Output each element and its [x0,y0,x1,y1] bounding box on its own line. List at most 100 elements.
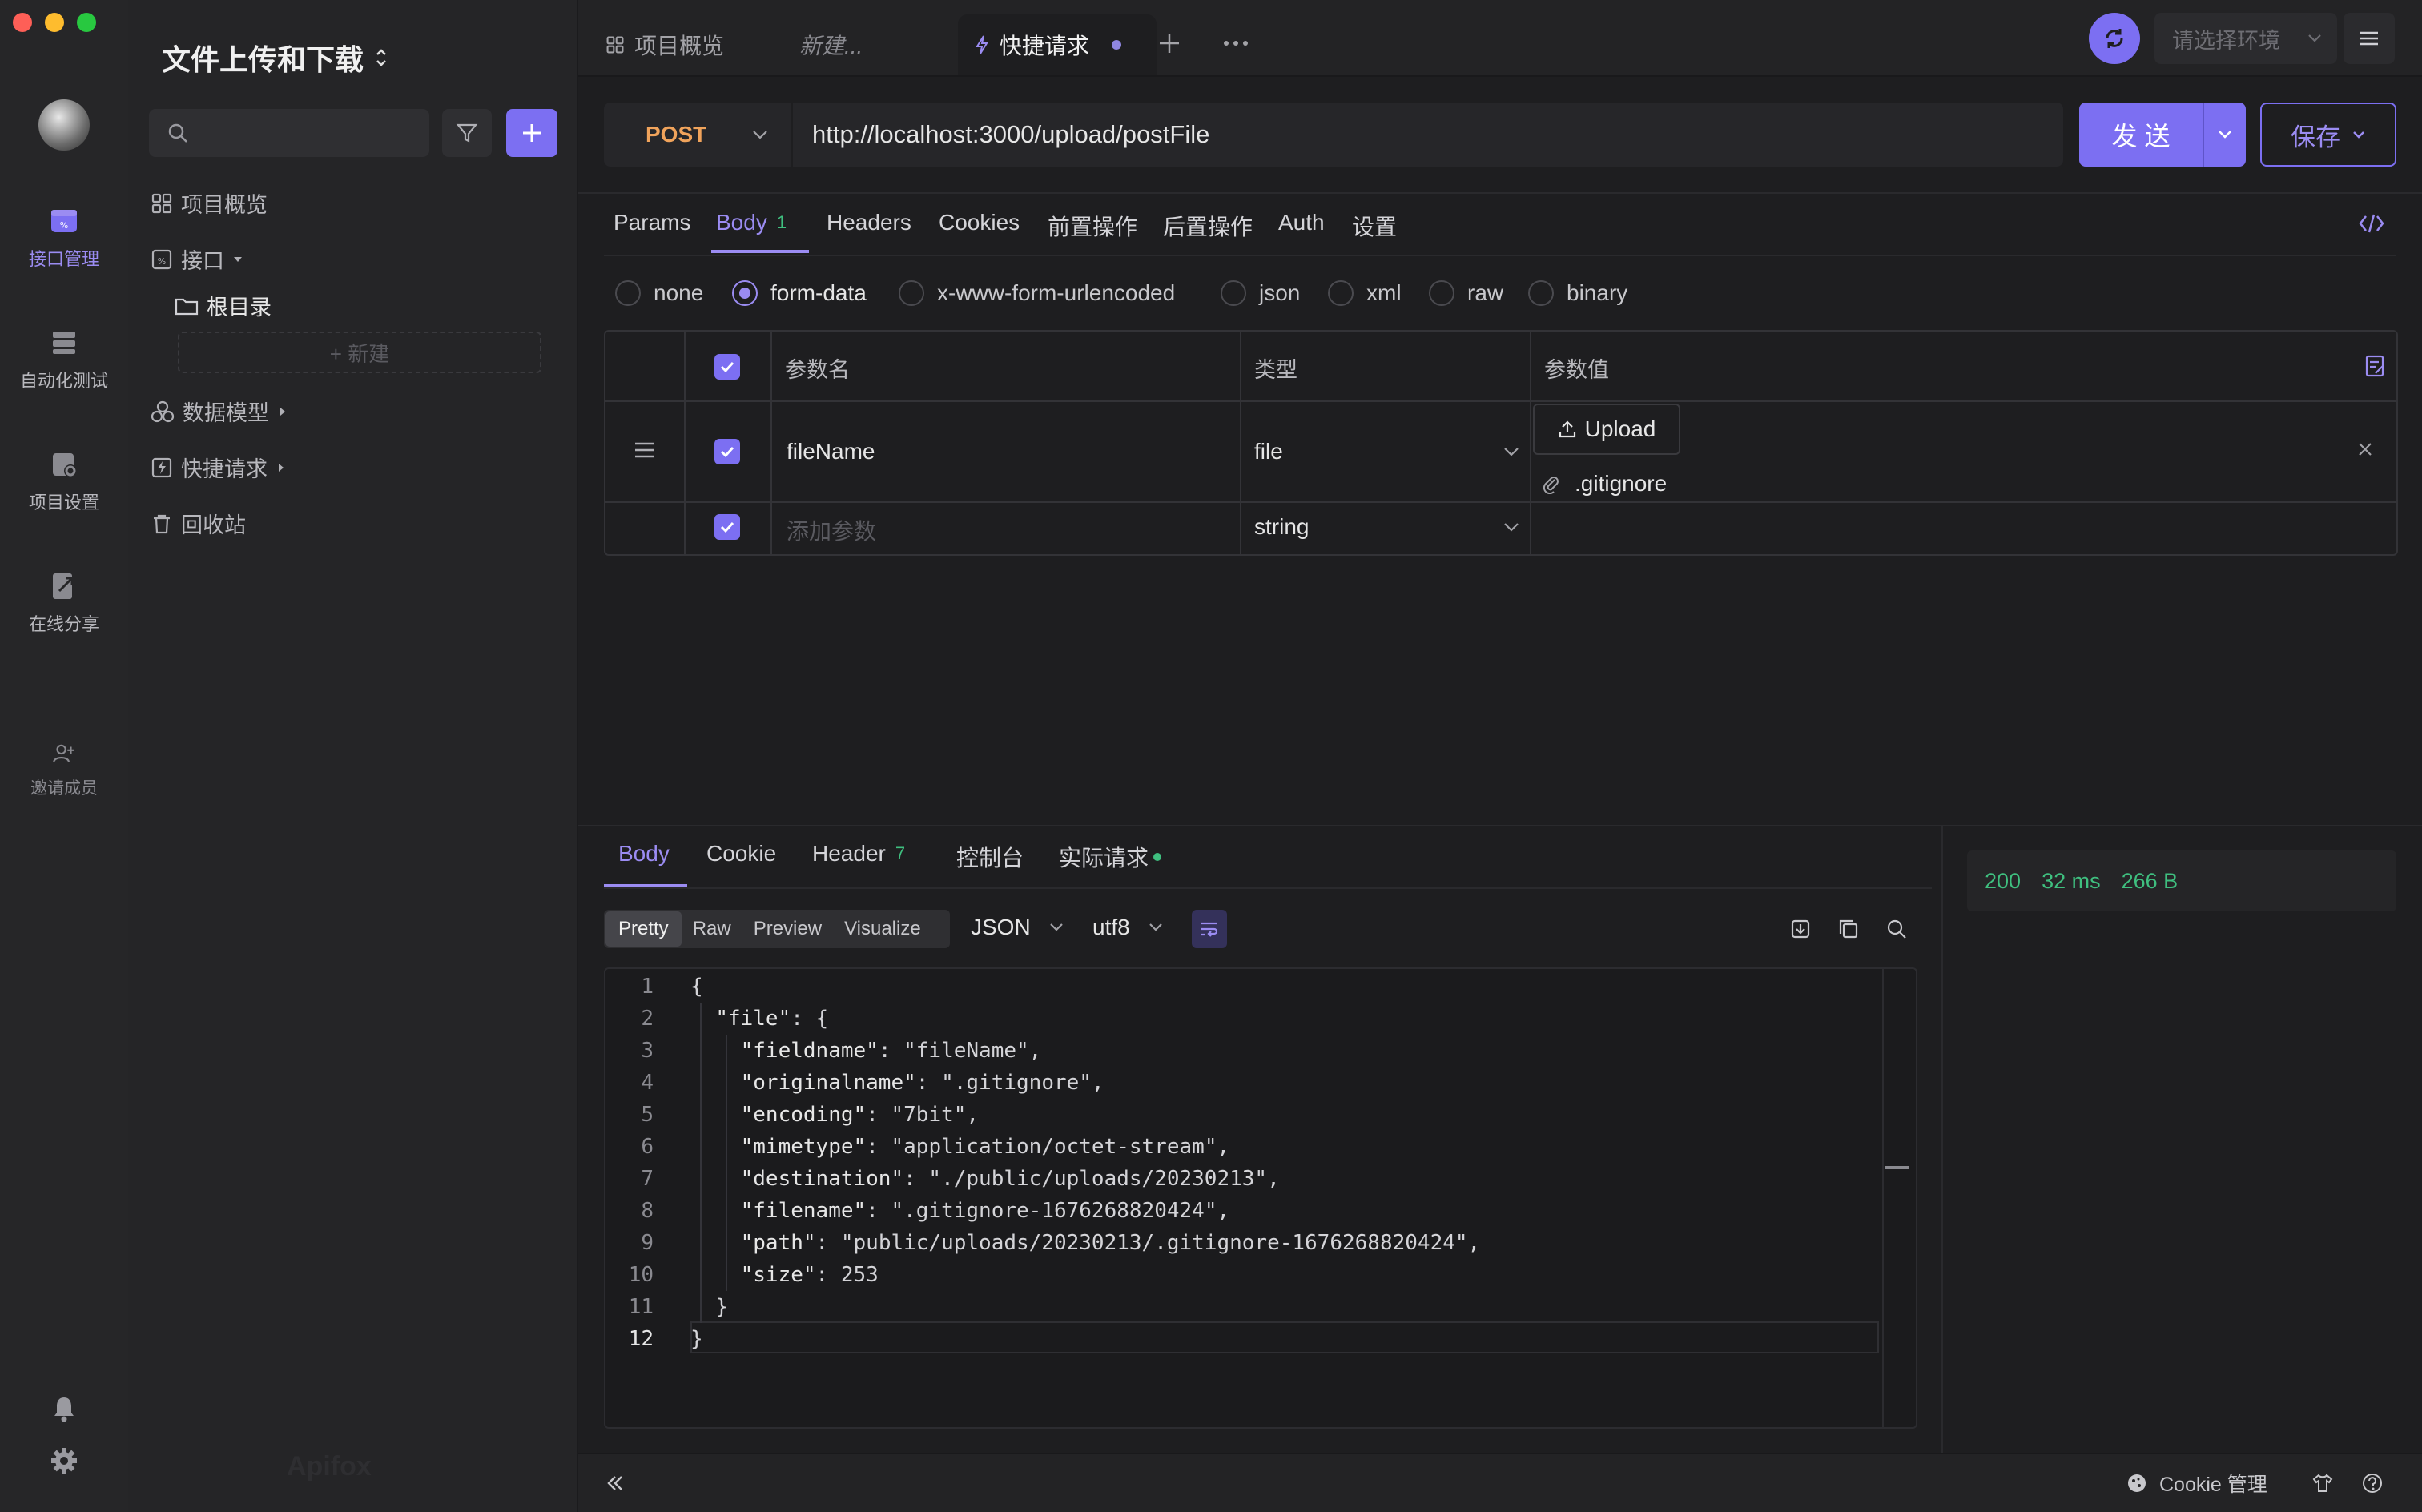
method-select[interactable]: POST [604,103,793,167]
tab-auth[interactable]: Auth [1278,210,1325,235]
maximize-window-button[interactable] [77,13,96,32]
drag-handle-icon[interactable] [633,440,657,460]
scroll-marker[interactable] [1885,1166,1909,1169]
format-visualize[interactable]: Visualize [833,911,932,947]
help-icon[interactable] [2361,1472,2384,1494]
radio-json[interactable]: json [1221,280,1300,306]
project-switcher[interactable]: 文件上传和下载 [162,37,388,78]
tab-cookies[interactable]: Cookies [939,210,1020,235]
tab-label: 新建... [799,34,863,58]
add-tab-icon[interactable] [1157,30,1182,56]
rail-label: 在线分享 [28,614,99,634]
copy-icon[interactable] [1837,918,1860,940]
param-type-select[interactable]: string [1254,503,1520,551]
sync-button[interactable] [2089,13,2140,64]
caret-right-icon [279,463,284,472]
radio-binary[interactable]: binary [1528,280,1627,306]
invite-members-icon [53,744,74,762]
save-button[interactable]: 保存 [2260,103,2396,167]
radio-none[interactable]: none [615,280,703,306]
select-all-checkbox[interactable] [714,354,740,380]
divider [1941,826,1943,1453]
collapse-panel-icon[interactable] [604,1472,626,1494]
response-tab-header[interactable]: Header 7 [812,841,905,867]
tab-pre-operations[interactable]: 前置操作 [1048,210,1137,242]
rail-item-online-share[interactable]: 在线分享 [0,570,128,636]
tab-post-operations[interactable]: 后置操作 [1163,210,1253,242]
sidebar-item-quick-request[interactable]: 快捷请求 [151,452,287,483]
search-input[interactable] [149,109,429,157]
wrap-lines-button[interactable] [1192,910,1227,948]
format-pretty[interactable]: Pretty [606,911,682,947]
footer-bar: Cookie 管理 [578,1453,2422,1512]
radio-form-data[interactable]: form-data [732,280,867,306]
radio-label: xml [1366,280,1402,305]
tab-settings[interactable]: 设置 [1352,210,1397,242]
response-tab-body[interactable]: Body [618,841,670,867]
close-window-button[interactable] [13,13,32,32]
search-icon[interactable] [1885,918,1908,940]
response-tab-actual-request[interactable]: 实际请求 [1059,841,1162,873]
cookie-manage-button[interactable]: Cookie 管理 [2126,1469,2267,1498]
menu-button[interactable] [2344,13,2395,64]
send-button[interactable]: 发 送 [2079,103,2204,167]
code-icon[interactable] [2358,211,2385,235]
minimize-window-button[interactable] [45,13,64,32]
chevron-down-icon [753,131,767,139]
avatar[interactable] [38,99,90,151]
radio-x-www-form-urlencoded[interactable]: x-www-form-urlencoded [899,280,1175,306]
status-dot [1153,853,1162,861]
tab-headers[interactable]: Headers [827,210,911,235]
row-checkbox[interactable] [714,514,740,540]
filter-button[interactable] [442,109,492,157]
more-tabs-icon[interactable] [1222,35,1249,51]
shirt-icon[interactable] [2311,1472,2334,1494]
encoding-select[interactable]: utf8 [1092,915,1164,940]
active-tab-indicator [711,250,809,253]
sidebar-item-root-dir[interactable]: 根目录 [175,290,272,321]
notification-bell-icon[interactable] [51,1395,77,1422]
new-item-button[interactable]: + 新建 [178,332,541,373]
param-name-input[interactable]: fileName [787,439,875,464]
response-tab-console[interactable]: 控制台 [956,841,1024,873]
sidebar-item-data-model[interactable]: 数据模型 [151,396,288,427]
param-type-select[interactable]: file [1254,428,1520,476]
rail-item-api-management[interactable]: % 接口管理 [0,205,128,271]
add-param-input[interactable]: 添加参数 [787,514,876,546]
response-tab-cookie[interactable]: Cookie [706,841,776,867]
cookie-icon [2128,1474,2146,1492]
format-preview[interactable]: Preview [742,911,833,947]
tab-body-label: Body [716,210,767,235]
bulk-edit-icon[interactable] [2364,354,2387,378]
radio-raw[interactable]: raw [1429,280,1503,306]
download-icon[interactable] [1789,918,1812,940]
env-select[interactable]: 请选择环境 [2154,13,2337,64]
rail-item-invite-members[interactable]: 邀请成员 [0,740,128,799]
rail-item-project-settings[interactable]: 项目设置 [0,448,128,514]
sidebar-item-trash[interactable]: 回收站 [151,508,246,539]
settings-gear-icon[interactable] [50,1446,78,1475]
upload-button[interactable]: Upload [1533,404,1680,455]
tab-quick-request[interactable]: 快捷请求 [958,14,1157,75]
sidebar-item-overview[interactable]: 项目概览 [151,187,268,219]
api-management-icon: % [51,210,77,232]
format-select[interactable]: JSON [971,915,1064,940]
status-code: 200 [1985,868,2022,893]
response-code-editor[interactable]: 1 2 3 4 5 6 7 8 9 10 11 12 { "file": { "… [604,967,1917,1429]
radio-xml[interactable]: xml [1328,280,1402,306]
tab-project-overview[interactable]: 项目概览 [589,14,740,75]
url-input[interactable]: http://localhost:3000/upload/postFile [812,103,1209,167]
format-raw[interactable]: Raw [682,911,742,947]
tab-new[interactable]: 新建... [783,14,879,75]
tab-body[interactable]: Body 1 [716,210,787,235]
rail-item-automation[interactable]: 自动化测试 [0,327,128,392]
line-number: 11 [628,1295,654,1319]
tab-bar: 项目概览 新建... 快捷请求 请选择环境 [578,0,2422,77]
remove-row-icon[interactable] [2356,440,2374,458]
column-header-name: 参数名 [785,358,850,382]
add-button[interactable] [506,109,557,157]
tab-params[interactable]: Params [614,210,690,235]
send-options-button[interactable] [2204,103,2246,167]
sidebar-item-api[interactable]: % 接口 [151,243,243,275]
row-checkbox[interactable] [714,439,740,464]
